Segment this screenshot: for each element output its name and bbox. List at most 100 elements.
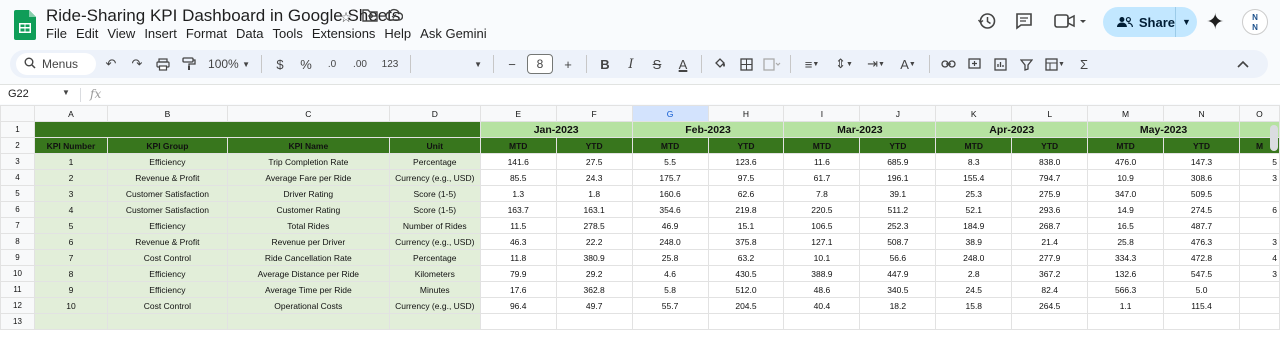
- unit-cell[interactable]: Percentage: [388, 249, 481, 266]
- kpi-group-cell[interactable]: Revenue & Profit: [106, 233, 228, 250]
- ytd-header[interactable]: YTD: [859, 137, 937, 154]
- value-cell[interactable]: 141.6: [479, 153, 557, 170]
- value-cell[interactable]: 4.6: [631, 265, 709, 282]
- gemini-icon[interactable]: ✦: [1206, 9, 1224, 35]
- kpi-number-cell[interactable]: 7: [33, 249, 108, 266]
- value-cell[interactable]: 347.0: [1087, 185, 1165, 202]
- column-header-e[interactable]: E: [479, 105, 557, 122]
- menu-help[interactable]: Help: [384, 26, 417, 41]
- insert-link-icon[interactable]: [937, 53, 959, 75]
- kpi-name-cell[interactable]: Driver Rating: [226, 185, 390, 202]
- strikethrough-button[interactable]: S: [646, 53, 668, 75]
- text-wrapping-icon[interactable]: ⇥ ▼: [862, 53, 890, 75]
- print-icon[interactable]: [152, 53, 174, 75]
- kpi-group-cell[interactable]: Efficiency: [106, 265, 228, 282]
- value-cell-cut[interactable]: 3: [1238, 169, 1280, 186]
- kpi-name-cell[interactable]: Customer Rating: [226, 201, 390, 218]
- mtd-header[interactable]: MTD: [1087, 137, 1165, 154]
- column-header-a[interactable]: A: [33, 105, 108, 122]
- value-cell[interactable]: 79.9: [479, 265, 557, 282]
- value-cell[interactable]: 14.9: [1087, 201, 1165, 218]
- value-cell[interactable]: 838.0: [1011, 153, 1089, 170]
- column-header-b[interactable]: B: [106, 105, 228, 122]
- value-cell-cut[interactable]: [1238, 217, 1280, 234]
- value-cell[interactable]: 277.9: [1011, 249, 1089, 266]
- kpi-name-cell[interactable]: Average Distance per Ride: [226, 265, 390, 282]
- cloud-saved-icon[interactable]: [385, 8, 404, 26]
- menu-edit[interactable]: Edit: [76, 26, 104, 41]
- value-cell[interactable]: 264.5: [1011, 297, 1089, 314]
- menu-format[interactable]: Format: [186, 26, 233, 41]
- sheets-logo-icon[interactable]: [14, 10, 36, 40]
- value-cell-cut[interactable]: 3: [1238, 233, 1280, 250]
- value-cell[interactable]: 61.7: [783, 169, 861, 186]
- kpi-number-cell[interactable]: 4: [33, 201, 108, 218]
- share-main[interactable]: Share: [1103, 15, 1175, 30]
- value-cell[interactable]: 10.9: [1087, 169, 1165, 186]
- value-cell[interactable]: 160.6: [631, 185, 709, 202]
- value-cell[interactable]: 472.8: [1163, 249, 1240, 266]
- value-cell-cut[interactable]: 6: [1238, 201, 1280, 218]
- increase-font-size-button[interactable]: +: [557, 53, 579, 75]
- insert-comment-icon[interactable]: [963, 53, 985, 75]
- month-header-cell[interactable]: Feb-2023: [631, 121, 785, 138]
- value-cell[interactable]: 49.7: [555, 297, 633, 314]
- value-cell[interactable]: 46.9: [631, 217, 709, 234]
- value-cell[interactable]: 487.7: [1163, 217, 1240, 234]
- value-cell[interactable]: 55.7: [631, 297, 709, 314]
- column-header-g[interactable]: G: [631, 105, 709, 122]
- value-cell-cut[interactable]: [1238, 281, 1280, 298]
- column-header-h[interactable]: H: [707, 105, 785, 122]
- value-cell[interactable]: 52.1: [935, 201, 1013, 218]
- kpi-name-header[interactable]: KPI Name: [226, 137, 390, 154]
- value-cell[interactable]: 308.6: [1163, 169, 1240, 186]
- column-header-f[interactable]: F: [555, 105, 633, 122]
- value-cell[interactable]: 115.4: [1163, 297, 1240, 314]
- row-header[interactable]: 12: [0, 297, 35, 314]
- menu-view[interactable]: View: [107, 26, 141, 41]
- value-cell[interactable]: 10.1: [783, 249, 861, 266]
- zoom-select[interactable]: 100% ▼: [204, 53, 254, 75]
- column-header-d[interactable]: D: [388, 105, 481, 122]
- ytd-header[interactable]: YTD: [1011, 137, 1089, 154]
- value-cell[interactable]: 163.1: [555, 201, 633, 218]
- value-cell[interactable]: 293.6: [1011, 201, 1089, 218]
- value-cell[interactable]: 24.3: [555, 169, 633, 186]
- value-cell[interactable]: 375.8: [707, 233, 785, 250]
- decrease-font-size-button[interactable]: −: [501, 53, 523, 75]
- value-cell[interactable]: 132.6: [1087, 265, 1165, 282]
- value-cell[interactable]: 11.6: [783, 153, 861, 170]
- row-header[interactable]: 6: [0, 201, 35, 218]
- value-cell[interactable]: 11.5: [479, 217, 557, 234]
- italic-button[interactable]: I: [620, 53, 642, 75]
- menu-file[interactable]: File: [46, 26, 73, 41]
- menu-tools[interactable]: Tools: [272, 26, 308, 41]
- filter-icon[interactable]: [1015, 53, 1037, 75]
- value-cell[interactable]: 5.5: [631, 153, 709, 170]
- menu-ask-gemini[interactable]: Ask Gemini: [420, 26, 492, 41]
- value-cell[interactable]: 16.5: [1087, 217, 1165, 234]
- borders-icon[interactable]: [735, 53, 757, 75]
- unit-cell[interactable]: Currency (e.g., USD): [388, 233, 481, 250]
- kpi-name-cell[interactable]: Revenue per Driver: [226, 233, 390, 250]
- value-cell[interactable]: 5.0: [1163, 281, 1240, 298]
- empty-cell[interactable]: [783, 313, 861, 330]
- text-rotation-icon[interactable]: A ▼: [894, 53, 922, 75]
- value-cell[interactable]: 38.9: [935, 233, 1013, 250]
- value-cell[interactable]: 15.8: [935, 297, 1013, 314]
- vertical-align-icon[interactable]: ⇕ ▼: [830, 53, 858, 75]
- menu-extensions[interactable]: Extensions: [312, 26, 382, 41]
- ytd-header[interactable]: YTD: [707, 137, 785, 154]
- value-cell[interactable]: 275.9: [1011, 185, 1089, 202]
- value-cell[interactable]: 63.2: [707, 249, 785, 266]
- value-cell[interactable]: 685.9: [859, 153, 937, 170]
- unit-cell[interactable]: Percentage: [388, 153, 481, 170]
- kpi-number-cell[interactable]: 10: [33, 297, 108, 314]
- value-cell[interactable]: 175.7: [631, 169, 709, 186]
- fill-color-icon[interactable]: [709, 53, 731, 75]
- month-header-cell[interactable]: Mar-2023: [783, 121, 937, 138]
- comments-icon[interactable]: [1013, 11, 1035, 33]
- month-header-cell[interactable]: Jan-2023: [479, 121, 633, 138]
- empty-cell[interactable]: [226, 313, 390, 330]
- column-header-n[interactable]: N: [1163, 105, 1240, 122]
